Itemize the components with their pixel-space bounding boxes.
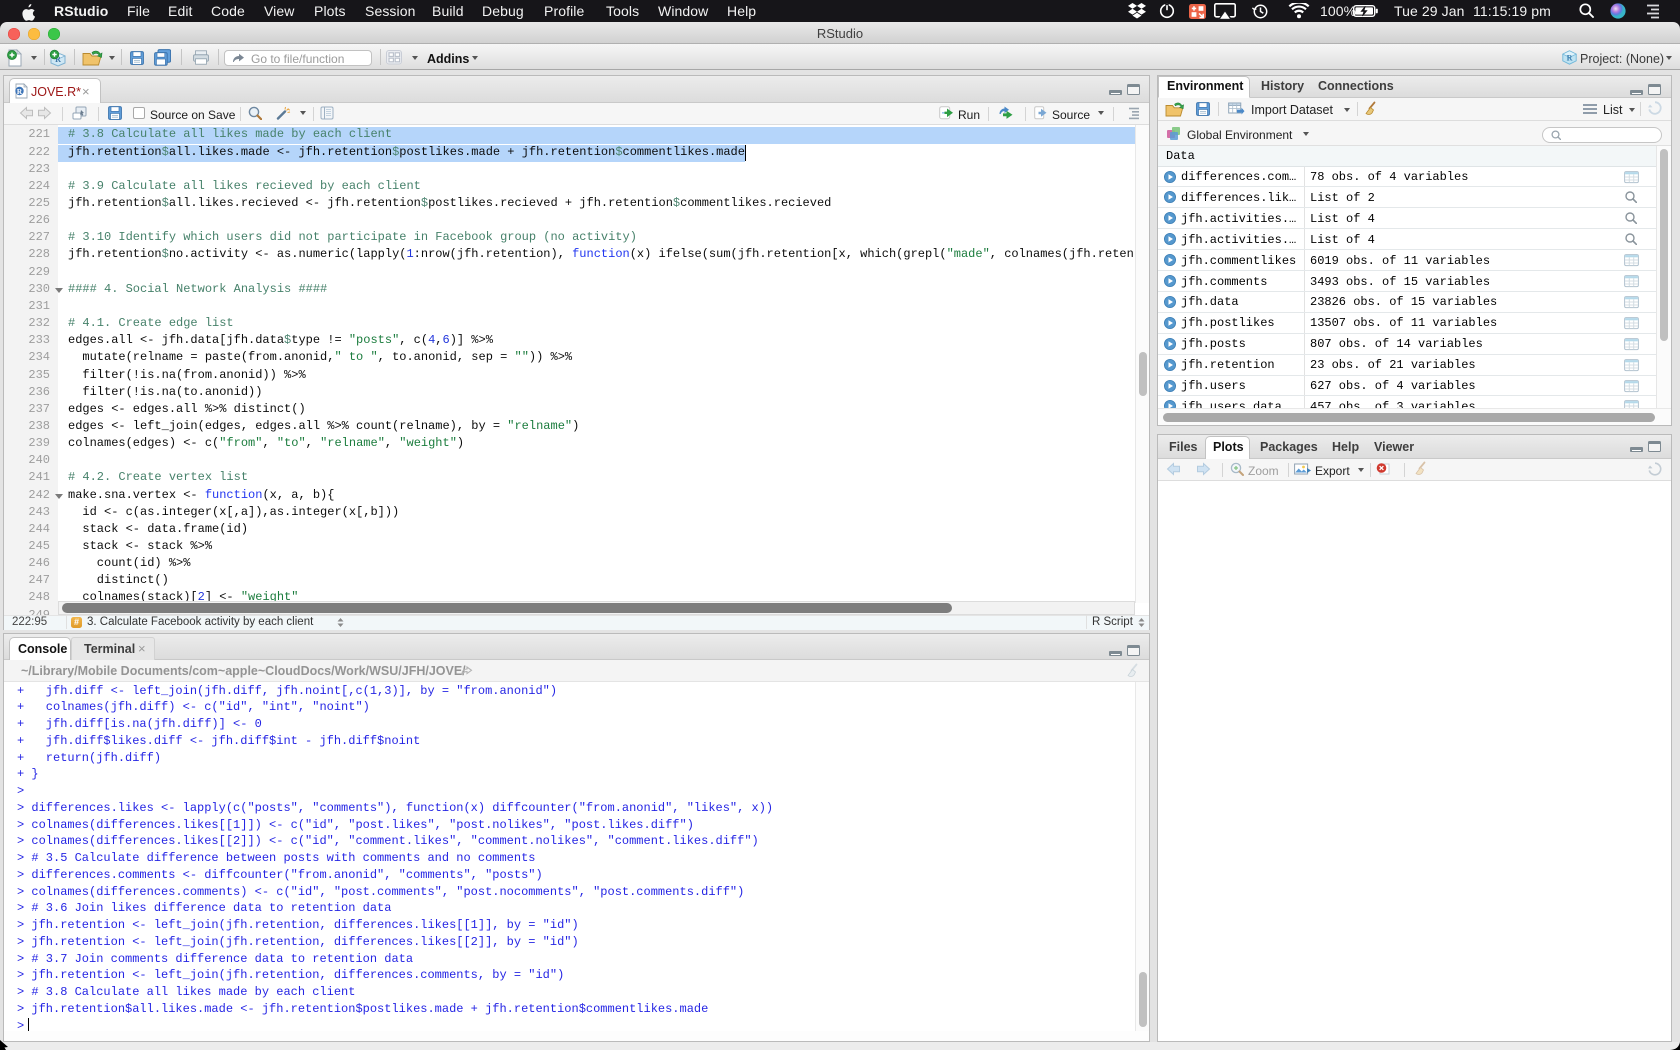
svg-text:R: R: [1567, 54, 1573, 63]
svg-text:R: R: [17, 87, 23, 96]
